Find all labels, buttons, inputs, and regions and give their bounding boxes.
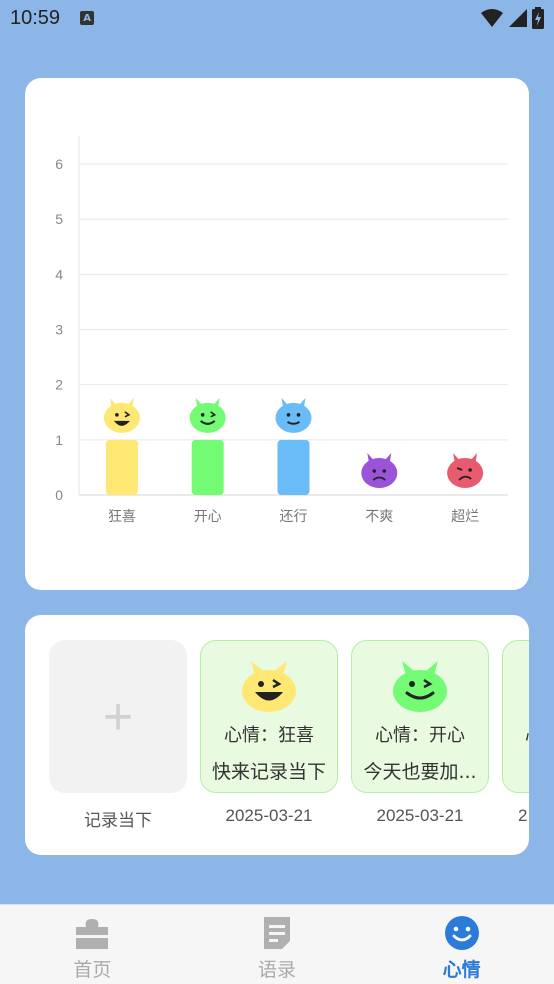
record-date: 2 (518, 806, 528, 825)
status-indicators (480, 7, 544, 29)
mood-records-card: + 记录当下 心情：狂喜 快来记录当下 2025-03-21 心情：开心 今天也… (25, 615, 529, 855)
nav-label-home: 首页 (73, 959, 112, 981)
y-tick-label: 4 (55, 266, 63, 282)
record-card[interactable]: 心情：狂喜 快来记录当下 (200, 640, 338, 793)
bar (191, 439, 224, 495)
add-record-caption: 记录当下 (84, 811, 152, 830)
signal-icon (509, 9, 527, 27)
battery-icon (532, 7, 544, 29)
x-tick-label: 还行 (280, 509, 308, 525)
happy-face-icon (393, 661, 447, 712)
bar (105, 439, 138, 495)
x-tick-label: 超烂 (451, 509, 479, 525)
plus-icon: + (102, 687, 134, 746)
wifi-icon (481, 9, 503, 27)
record-mood: 心情：狂喜 (224, 725, 314, 746)
record-mood: 心情：开心 (375, 725, 465, 746)
bar-face-icon (447, 453, 484, 488)
x-tick-label: 狂喜 (108, 509, 136, 525)
x-tick-label: 开心 (194, 509, 222, 525)
mood-chart-card: 0 1 2 3 4 5 6 狂喜 开心 还行 不爽 超烂 (25, 78, 529, 590)
bar-face-icon (275, 397, 312, 433)
notification-icon: A (80, 11, 95, 25)
bottom-nav: 首页 语录 心情 (0, 904, 554, 984)
y-tick-label: 5 (55, 211, 63, 227)
status-bar: 10:59 A (0, 0, 554, 36)
y-tick-label: 3 (55, 322, 63, 338)
x-tick-label: 不爽 (365, 509, 393, 525)
record-date: 2025-03-21 (376, 806, 464, 825)
nav-item-mood[interactable]: 心情 (369, 905, 554, 984)
mood-bar-chart: 0 1 2 3 4 5 6 狂喜 开心 还行 不爽 超烂 (55, 136, 508, 525)
ecstatic-face-icon (242, 661, 296, 712)
y-tick-label: 2 (55, 377, 63, 393)
nav-label-mood: 心情 (442, 959, 481, 981)
document-icon (264, 917, 290, 949)
bar-face-icon (103, 397, 140, 433)
nav-item-quotes[interactable]: 语录 (185, 905, 370, 984)
bar (277, 439, 310, 495)
bar-face-icon (189, 397, 226, 433)
record-item[interactable]: 心 2 (502, 640, 529, 826)
smiley-icon (444, 916, 479, 950)
record-card[interactable]: 心情：开心 今天也要加... (351, 640, 489, 793)
status-time: 10:59 (10, 6, 61, 29)
y-tick-label: 0 (55, 487, 63, 503)
nav-item-home[interactable]: 首页 (0, 905, 185, 984)
bar-face-icon (361, 453, 398, 488)
record-item[interactable]: 心情：开心 今天也要加... 2025-03-21 (351, 640, 489, 826)
record-text: 今天也要加... (363, 761, 477, 783)
add-record-button[interactable]: + (49, 640, 187, 793)
record-date: 2025-03-21 (225, 806, 313, 825)
record-text: 快来记录当下 (211, 761, 326, 783)
record-item[interactable]: 心情：狂喜 快来记录当下 2025-03-21 (200, 640, 338, 826)
y-tick-label: 1 (55, 432, 63, 448)
record-mood: 心 (525, 722, 529, 748)
puzzle-icon (76, 919, 109, 949)
add-record-item[interactable]: + 记录当下 (49, 640, 187, 831)
record-card[interactable]: 心 (502, 640, 529, 793)
nav-label-quotes: 语录 (258, 959, 297, 981)
y-tick-label: 6 (55, 156, 63, 172)
